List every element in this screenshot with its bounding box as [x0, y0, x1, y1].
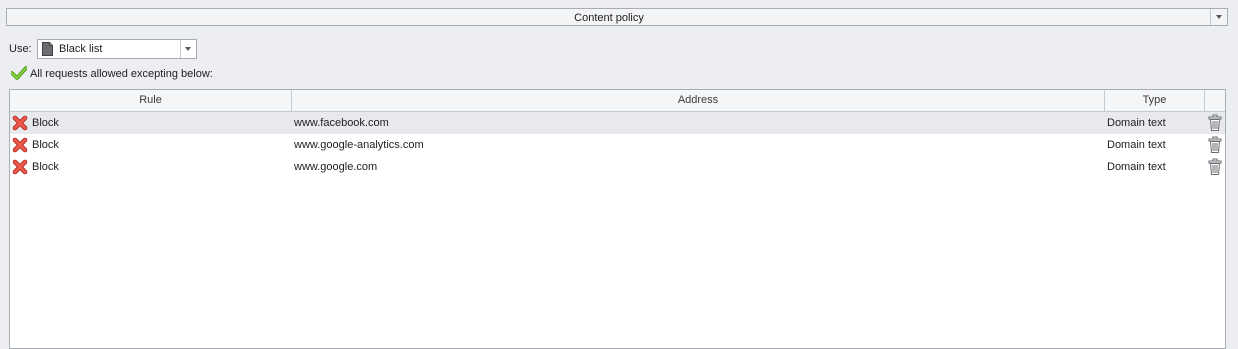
column-header-rule[interactable]: Rule [10, 90, 292, 111]
collapse-toggle-button[interactable] [1210, 9, 1227, 25]
address-cell: www.google-analytics.com [294, 139, 424, 151]
column-header-actions [1205, 90, 1225, 111]
red-x-icon [12, 115, 28, 131]
document-icon [42, 42, 53, 56]
rule-cell: Block [32, 117, 59, 129]
trash-icon[interactable] [1207, 136, 1223, 154]
table-header: Rule Address Type [10, 90, 1225, 112]
chevron-down-icon [1216, 15, 1222, 19]
green-check-icon [11, 66, 27, 80]
type-cell: Domain text [1107, 139, 1166, 151]
rule-cell: Block [32, 139, 59, 151]
chevron-down-icon [185, 47, 191, 51]
section-title: Content policy [574, 12, 644, 24]
table-row[interactable]: Block www.google-analytics.com Domain te… [10, 134, 1225, 156]
use-dropdown[interactable]: Black list [37, 39, 197, 59]
address-cell: www.google.com [294, 161, 378, 173]
rules-table: Rule Address Type Block www.facebook.com… [9, 89, 1226, 349]
red-x-icon [12, 159, 28, 175]
red-x-icon [12, 137, 28, 153]
rule-cell: Block [32, 161, 59, 173]
type-cell: Domain text [1107, 161, 1166, 173]
use-dropdown-value: Black list [59, 43, 103, 55]
type-cell: Domain text [1107, 117, 1166, 129]
trash-icon[interactable] [1207, 114, 1223, 132]
table-row[interactable]: Block www.google.com Domain text [10, 156, 1225, 178]
dropdown-arrow-button[interactable] [180, 40, 196, 58]
content-policy-header[interactable]: Content policy [6, 8, 1228, 26]
use-label: Use: [9, 43, 32, 55]
table-row[interactable]: Block www.facebook.com Domain text [10, 112, 1225, 134]
address-cell: www.facebook.com [294, 117, 389, 129]
column-header-type[interactable]: Type [1105, 90, 1205, 111]
trash-icon[interactable] [1207, 158, 1223, 176]
column-header-address[interactable]: Address [292, 90, 1105, 111]
policy-info-text: All requests allowed excepting below: [30, 68, 213, 80]
